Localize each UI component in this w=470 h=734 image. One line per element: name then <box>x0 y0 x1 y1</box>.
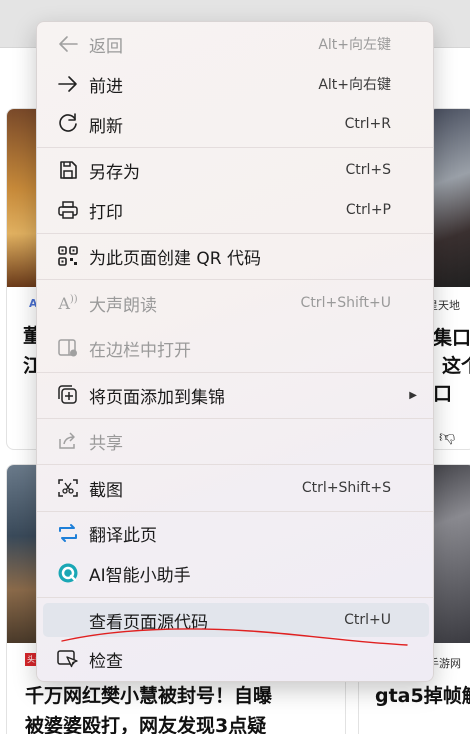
red-underline-annotation <box>61 628 408 646</box>
